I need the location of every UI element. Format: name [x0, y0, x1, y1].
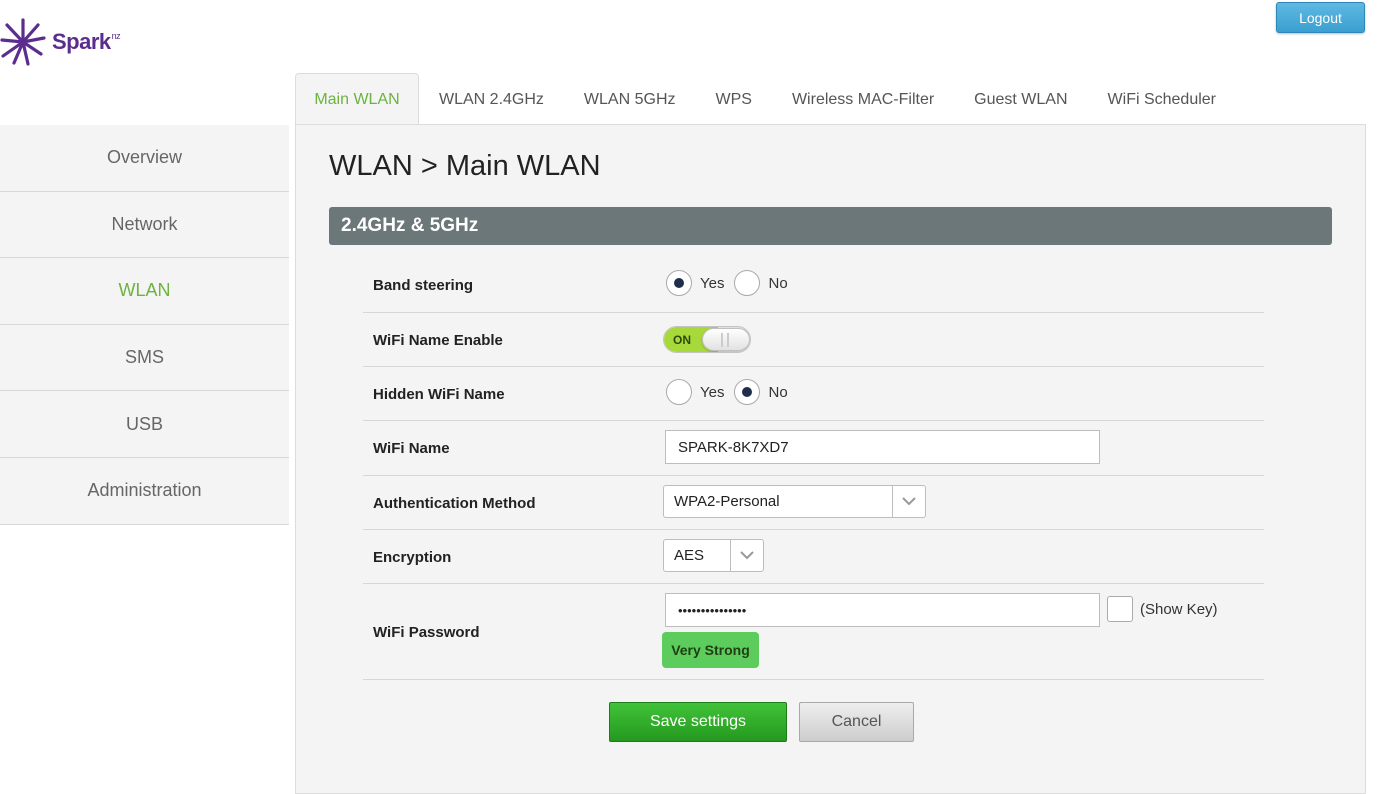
sidebar-item-usb[interactable]: USB	[0, 391, 289, 458]
tab-main-wlan[interactable]: Main WLAN	[295, 73, 419, 125]
encryption-row: Encryption	[363, 530, 1264, 584]
wifi-name-input[interactable]: SPARK-8K7XD7	[665, 430, 1100, 464]
auth-method-select[interactable]: WPA2-Personal	[663, 485, 926, 518]
wifi-name-label: WiFi Name	[373, 440, 450, 457]
band-steering-no-radio[interactable]	[734, 270, 761, 296]
hidden-wifi-name-no-label: No	[768, 383, 788, 401]
show-key-label: (Show Key)	[1140, 601, 1218, 618]
cancel-button[interactable]: Cancel	[799, 702, 914, 742]
band-steering-yes-radio[interactable]	[666, 270, 692, 296]
spark-logo[interactable]: Sparknz	[0, 16, 140, 68]
wlan-tab-bar: Main WLAN WLAN 2.4GHz WLAN 5GHz WPS Wire…	[295, 73, 1236, 125]
tab-wlan-2-4ghz[interactable]: WLAN 2.4GHz	[419, 73, 564, 125]
hidden-wifi-name-radio-group: Yes No	[666, 379, 798, 405]
wifi-name-enable-label: WiFi Name Enable	[373, 332, 503, 349]
band-steering-row: Band steering Yes No	[363, 259, 1264, 313]
band-steering-yes-label: Yes	[700, 274, 725, 292]
band-steering-radio-group: Yes No	[666, 270, 798, 296]
sidebar-nav: Overview Network WLAN SMS USB Administra…	[0, 125, 289, 525]
sidebar-item-sms[interactable]: SMS	[0, 324, 289, 392]
wifi-password-label: WiFi Password	[373, 624, 480, 641]
sidebar-item-wlan[interactable]: WLAN	[0, 258, 289, 325]
band-steering-label: Band steering	[373, 277, 474, 294]
spark-star-icon	[0, 18, 46, 66]
hidden-wifi-name-yes-radio[interactable]	[666, 379, 692, 405]
encryption-label: Encryption	[373, 549, 452, 566]
chevron-down-icon	[892, 486, 925, 517]
wifi-name-enable-toggle[interactable]: ON	[663, 326, 751, 353]
tab-guest-wlan[interactable]: Guest WLAN	[954, 73, 1087, 125]
save-settings-button[interactable]: Save settings	[609, 702, 787, 742]
tab-wifi-scheduler[interactable]: WiFi Scheduler	[1088, 73, 1236, 125]
tab-wps[interactable]: WPS	[696, 73, 772, 125]
sidebar-item-network[interactable]: Network	[0, 191, 289, 259]
wifi-password-input[interactable]: •••••••••••••••	[665, 593, 1100, 627]
sidebar-item-administration[interactable]: Administration	[0, 457, 289, 525]
logout-button[interactable]: Logout	[1276, 2, 1365, 33]
password-strength-badge: Very Strong	[662, 632, 759, 668]
wifi-name-enable-row: WiFi Name Enable ON	[363, 313, 1264, 367]
tab-wlan-5ghz[interactable]: WLAN 5GHz	[564, 73, 696, 125]
encryption-value: AES	[674, 547, 705, 564]
hidden-wifi-name-row: Hidden WiFi Name Yes No	[363, 367, 1264, 421]
hidden-wifi-name-yes-label: Yes	[700, 383, 725, 401]
sidebar-item-overview[interactable]: Overview	[0, 125, 289, 192]
tab-wireless-mac-filter[interactable]: Wireless MAC-Filter	[772, 73, 954, 125]
encryption-select[interactable]: AES	[663, 539, 764, 572]
toggle-knob	[702, 328, 750, 351]
auth-method-value: WPA2-Personal	[674, 493, 780, 510]
chevron-down-icon	[730, 540, 763, 571]
auth-method-label: Authentication Method	[373, 495, 536, 512]
band-steering-no-label: No	[768, 274, 788, 292]
section-header: 2.4GHz & 5GHz	[329, 207, 1332, 245]
show-key-checkbox[interactable]	[1107, 596, 1133, 622]
hidden-wifi-name-no-radio[interactable]	[734, 379, 761, 405]
logo-wordmark: Sparknz	[52, 29, 121, 54]
page-title: WLAN > Main WLAN	[329, 150, 601, 182]
hidden-wifi-name-label: Hidden WiFi Name	[373, 386, 505, 403]
